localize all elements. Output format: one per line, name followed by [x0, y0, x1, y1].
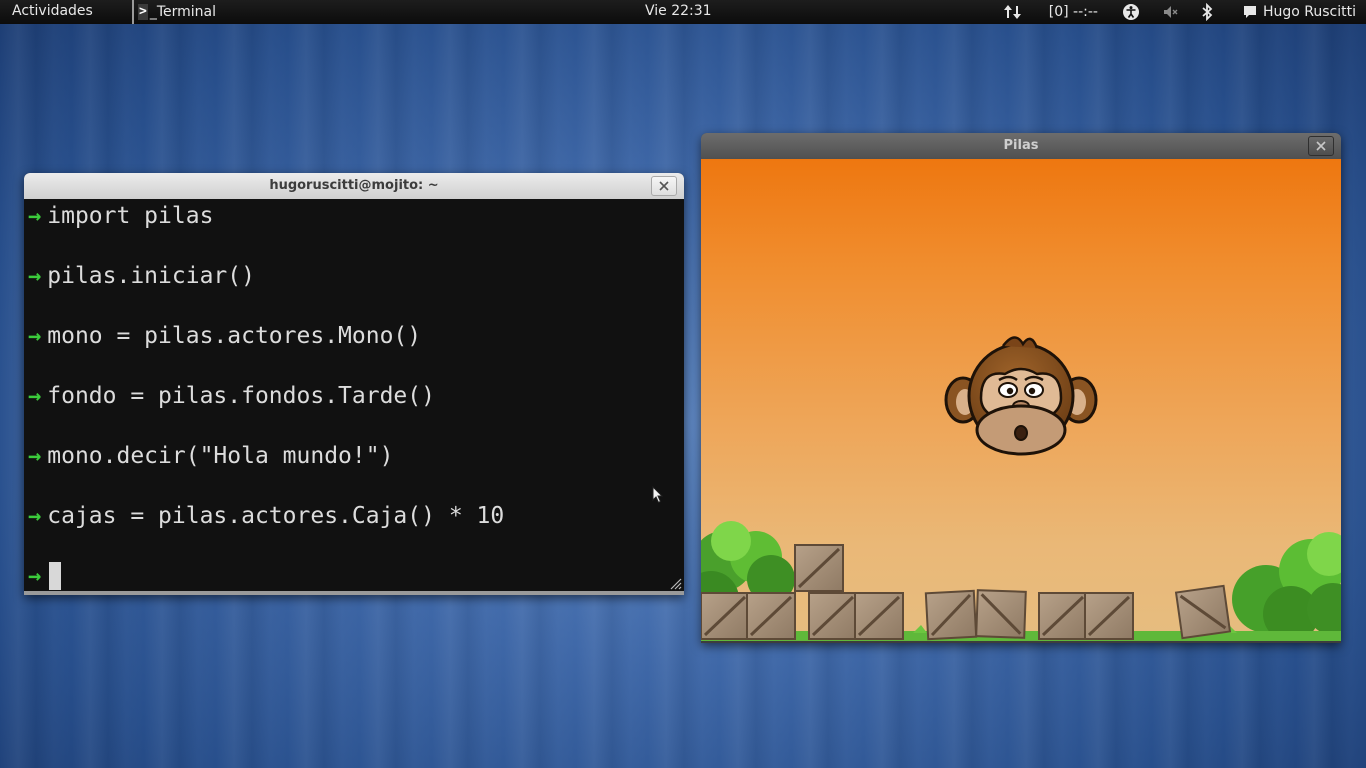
- crate: [975, 589, 1027, 639]
- crate: [808, 592, 858, 640]
- prompt-arrow: →: [28, 443, 42, 469]
- status-tray: [0] --:-- Hugo Ruscitti: [1003, 0, 1366, 24]
- prompt-arrow: →: [28, 503, 42, 529]
- crate: [924, 589, 978, 641]
- crate: [794, 544, 844, 592]
- user-menu[interactable]: Hugo Ruscitti: [1242, 4, 1356, 20]
- terminal-titlebar[interactable]: hugoruscitti@mojito: ~: [24, 173, 684, 199]
- pilas-window: Pilas: [701, 133, 1341, 643]
- pilas-titlebar[interactable]: Pilas: [701, 133, 1341, 159]
- terminal-bottom-border: [24, 591, 684, 595]
- terminal-line: → pilas.iniciar(): [28, 261, 255, 291]
- app-menu-terminal[interactable]: > _Terminal: [132, 0, 222, 24]
- crate: [854, 592, 904, 640]
- pilas-title: Pilas: [1003, 138, 1039, 153]
- chat-bubble-icon: [1243, 6, 1256, 18]
- battery-status[interactable]: [0] --:--: [1049, 4, 1098, 20]
- terminal-line-text: mono.decir("Hola mundo!"): [47, 443, 394, 469]
- close-icon: [1316, 141, 1326, 151]
- game-canvas[interactable]: [701, 159, 1341, 641]
- prompt-arrow: →: [28, 383, 42, 409]
- terminal-title: hugoruscitti@mojito: ~: [269, 178, 439, 193]
- terminal-line-text: import pilas: [47, 203, 214, 229]
- top-panel: Actividades > _Terminal Vie 22:31 [0] --…: [0, 0, 1366, 24]
- user-name: Hugo Ruscitti: [1262, 4, 1356, 20]
- mouse-pointer-icon: [652, 486, 664, 504]
- prompt-arrow: →: [28, 323, 42, 349]
- app-menu-label: _Terminal: [149, 4, 216, 20]
- crate: [746, 592, 796, 640]
- terminal-icon: >: [138, 4, 148, 20]
- bluetooth-icon[interactable]: [1200, 3, 1214, 21]
- volume-muted-icon[interactable]: [1162, 3, 1180, 21]
- activities-button[interactable]: Actividades: [12, 3, 93, 19]
- bush-right: [1232, 532, 1341, 641]
- game-scene: [701, 336, 1341, 641]
- terminal-input-line[interactable]: →: [28, 561, 62, 591]
- pilas-close-button[interactable]: [1308, 136, 1334, 156]
- terminal-line: → mono = pilas.actores.Mono(): [28, 321, 421, 351]
- terminal-window: hugoruscitti@mojito: ~ → import pilas → pi…: [24, 173, 684, 595]
- close-icon: [659, 181, 669, 191]
- terminal-line-text: fondo = pilas.fondos.Tarde(): [47, 383, 435, 409]
- crate: [1174, 584, 1232, 640]
- resize-grip-icon[interactable]: [668, 576, 682, 590]
- terminal-line-text: pilas.iniciar(): [47, 263, 255, 289]
- prompt-arrow: →: [28, 263, 42, 289]
- monkey-actor: [944, 336, 1098, 456]
- terminal-line: → fondo = pilas.fondos.Tarde(): [28, 381, 435, 411]
- text-cursor: [49, 562, 62, 590]
- terminal-line-text: cajas = pilas.actores.Caja() * 10: [47, 503, 505, 529]
- terminal-close-button[interactable]: [651, 176, 677, 196]
- terminal-line: → cajas = pilas.actores.Caja() * 10: [28, 501, 504, 531]
- network-transfer-icon[interactable]: [1003, 3, 1023, 21]
- crate: [1084, 592, 1134, 640]
- terminal-output[interactable]: → import pilas → pilas.iniciar() → mono = p…: [24, 199, 684, 591]
- accessibility-icon[interactable]: [1122, 3, 1140, 21]
- terminal-line: → import pilas: [28, 201, 213, 231]
- clock[interactable]: Vie 22:31: [645, 3, 712, 19]
- crate: [701, 592, 750, 640]
- terminal-line: → mono.decir("Hola mundo!"): [28, 441, 393, 471]
- terminal-line-text: mono = pilas.actores.Mono(): [47, 323, 422, 349]
- prompt-arrow: →: [28, 563, 42, 589]
- prompt-arrow: →: [28, 203, 42, 229]
- crate: [1038, 592, 1088, 640]
